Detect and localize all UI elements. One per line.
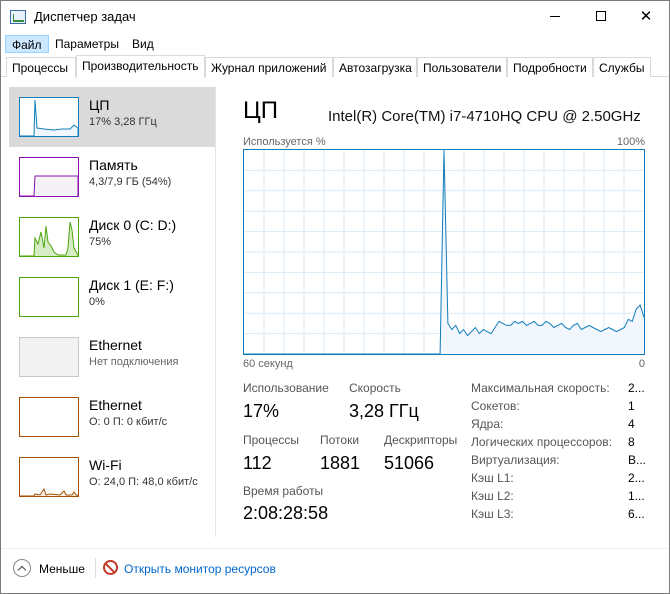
resource-subtitle: 4,3/7,9 ГБ (54%): [89, 176, 172, 188]
spec-value: 8: [628, 435, 635, 449]
close-button[interactable]: ✕: [623, 1, 669, 31]
spec-label: Ядра:: [471, 417, 504, 431]
fewer-details-button[interactable]: Меньше: [39, 562, 85, 576]
resource-subtitle: Нет подключения: [89, 356, 179, 368]
tab-app-history[interactable]: Журнал приложений: [205, 57, 333, 77]
resource-ethernet[interactable]: Ethernet О: 0 П: 0 кбит/с: [9, 387, 215, 447]
chevron-up-icon[interactable]: [13, 559, 31, 577]
tab-services[interactable]: Службы: [593, 57, 651, 77]
spec-value: 1...: [628, 489, 645, 503]
cpu-model: Intel(R) Core(TM) i7-4710HQ CPU @ 2.50GH…: [328, 108, 641, 125]
footer-divider: [95, 558, 96, 578]
graph-time-label: 60 секунд: [243, 358, 293, 370]
open-resource-monitor-link[interactable]: Открыть монитор ресурсов: [124, 562, 276, 576]
spec-label: Виртуализация:: [471, 453, 560, 467]
resource-cpu[interactable]: ЦП 17% 3,28 ГГц: [9, 87, 215, 147]
title-bar: Диспетчер задач ✕: [1, 1, 669, 33]
spec-label: Логических процессоров:: [471, 435, 612, 449]
spec-value: 4: [628, 417, 635, 431]
minimize-button[interactable]: [532, 1, 578, 31]
cpu-graph-svg: [244, 149, 645, 355]
spec-value: 6...: [628, 507, 645, 521]
spec-value: В...: [628, 453, 647, 467]
spec-label: Кэш L2:: [471, 489, 514, 503]
resource-subtitle: 75%: [89, 236, 112, 248]
resource-name: Диск 1 (E: F:): [89, 277, 174, 293]
threads-value: 1881: [320, 453, 361, 473]
graph-label: Используется %: [243, 136, 326, 148]
tab-processes[interactable]: Процессы: [6, 57, 76, 77]
detail-title: ЦП: [243, 97, 279, 124]
resource-memory[interactable]: Память 4,3/7,9 ГБ (54%): [9, 147, 215, 207]
memory-thumbnail: [19, 157, 79, 197]
spec-value: 2...: [628, 471, 645, 485]
resource-ethernet-disconnected[interactable]: Ethernet Нет подключения: [9, 327, 215, 387]
pane-divider[interactable]: [215, 87, 216, 537]
resource-name: ЦП: [89, 97, 110, 113]
resource-subtitle: 17% 3,28 ГГц: [89, 116, 157, 128]
uptime-value: 2:08:28:58: [243, 503, 329, 523]
wifi-thumbnail: [19, 457, 79, 497]
menu-bar: Файл Параметры Вид: [1, 33, 669, 53]
footer-separator: [1, 548, 669, 549]
maximize-icon: [596, 11, 606, 21]
graph-min-label: 0: [638, 358, 645, 370]
spec-label: Максимальная скорость:: [471, 381, 610, 395]
resource-disk-0[interactable]: Диск 0 (C: D:) 75%: [9, 207, 215, 267]
processes-label: Процессы: [243, 433, 300, 447]
resource-disk-1[interactable]: Диск 1 (E: F:) 0%: [9, 267, 215, 327]
disk1-thumbnail: [19, 277, 79, 317]
cpu-thumbnail: [19, 97, 79, 137]
resource-monitor-icon: [103, 560, 118, 575]
minimize-icon: [550, 15, 560, 17]
handles-value: 51066: [384, 453, 435, 473]
spec-label: Кэш L3:: [471, 507, 514, 521]
resource-list: ЦП 17% 3,28 ГГц Память 4,3/7,9 ГБ (54%) …: [9, 87, 215, 537]
tab-startup[interactable]: Автозагрузка: [333, 57, 417, 77]
handles-label: Дескрипторы: [384, 433, 458, 447]
resource-subtitle: О: 0 П: 0 кбит/с: [89, 416, 168, 428]
usage-label: Использование: [243, 381, 329, 395]
menu-file[interactable]: Файл: [5, 35, 49, 53]
ethernet-thumbnail: [19, 337, 79, 377]
usage-value: 17%: [243, 401, 280, 421]
window-title: Диспетчер задач: [34, 9, 136, 24]
resource-name: Диск 0 (C: D:): [89, 217, 177, 233]
menu-view[interactable]: Вид: [126, 35, 160, 53]
task-manager-icon: [10, 10, 26, 24]
tab-bar: Процессы Производительность Журнал прило…: [1, 55, 669, 78]
tab-details[interactable]: Подробности: [507, 57, 593, 77]
maximize-button[interactable]: [578, 1, 624, 31]
close-icon: ✕: [639, 8, 653, 25]
spec-value: 2...: [628, 381, 645, 395]
cpu-utilization-graph: [243, 149, 645, 355]
menu-options[interactable]: Параметры: [49, 35, 125, 53]
spec-label: Кэш L1:: [471, 471, 514, 485]
spec-value: 1: [628, 399, 635, 413]
spec-label: Сокетов:: [471, 399, 520, 413]
graph-max-label: 100%: [616, 136, 645, 148]
ethernet-thumbnail: [19, 397, 79, 437]
uptime-label: Время работы: [243, 484, 324, 498]
resource-subtitle: 0%: [89, 296, 105, 308]
threads-label: Потоки: [320, 433, 360, 447]
processes-value: 112: [243, 453, 272, 473]
tab-performance[interactable]: Производительность: [76, 55, 205, 78]
speed-label: Скорость: [349, 381, 401, 395]
resource-name: Ethernet: [89, 397, 142, 413]
resource-name: Ethernet: [89, 337, 142, 353]
resource-name: Память: [89, 157, 138, 173]
resource-wifi[interactable]: Wi-Fi О: 24,0 П: 48,0 кбит/с: [9, 447, 215, 507]
task-manager-window: Диспетчер задач ✕ Файл Параметры Вид Про…: [0, 0, 670, 594]
resource-subtitle: О: 24,0 П: 48,0 кбит/с: [89, 476, 198, 488]
disk0-thumbnail: [19, 217, 79, 257]
tab-users[interactable]: Пользователи: [417, 57, 507, 77]
speed-value: 3,28 ГГц: [349, 401, 419, 421]
resource-name: Wi-Fi: [89, 457, 122, 473]
